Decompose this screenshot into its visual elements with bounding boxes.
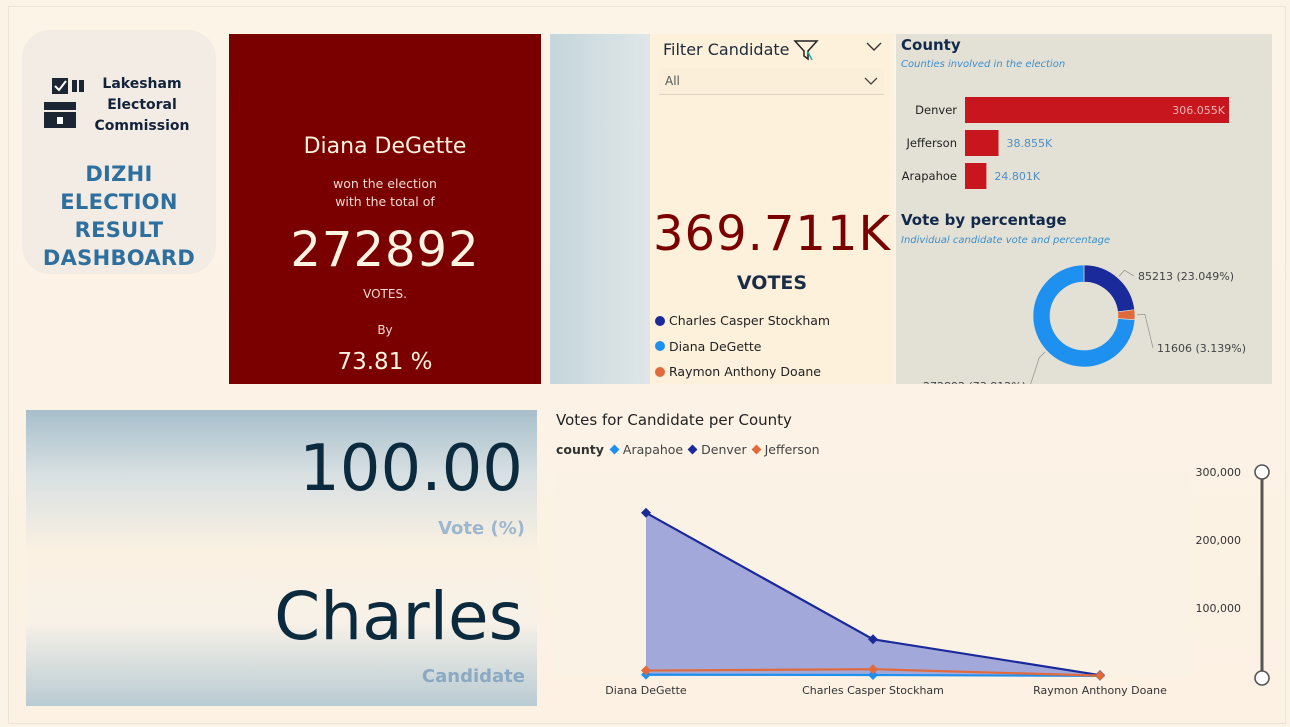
vote-donut-chart[interactable]: 85213 (23.049%) 11606 (3.139%) 272892 (73.…	[896, 254, 1272, 384]
title-line: ELECTION	[60, 190, 178, 214]
title-line: RESULT	[74, 218, 164, 242]
winner-subtitle: won the election with the total of	[229, 175, 541, 211]
donut-data-label: 272892 (73.812%)	[923, 380, 1026, 384]
legend-item[interactable]: Arapahoe	[609, 442, 684, 457]
donut-leader-line	[1118, 269, 1135, 277]
county-data-label: 306.055K	[1172, 104, 1225, 117]
range-slider-handle[interactable]	[1254, 670, 1270, 686]
legend-marker	[751, 444, 762, 455]
candidate-filter-dropdown[interactable]: All	[659, 68, 884, 95]
winner-vote-unit: VOTES.	[363, 287, 407, 301]
legend-dot	[655, 341, 665, 352]
county-data-label: 24.801K	[994, 170, 1040, 183]
legend-marker	[609, 444, 620, 455]
filter-panel: Filter Candidate All 369.711K VOTES Char…	[650, 34, 894, 384]
area-chart-legend: county Arapahoe Denver Jefferson	[556, 442, 826, 457]
county-data-label: 38.855K	[1007, 137, 1053, 150]
winner-subtitle-line: with the total of	[335, 194, 435, 209]
legend-label: Charles Casper Stockham	[669, 313, 831, 329]
candidate-label: Candidate	[421, 666, 525, 687]
donut-leader-line	[1136, 314, 1154, 349]
total-votes-unit: VOTES	[736, 272, 808, 294]
x-tick-label: Charles Casper Stockham	[802, 684, 944, 697]
votes-area-chart[interactable]: Diana DeGette Charles Casper Stockham Raym…	[550, 462, 1280, 712]
winner-subtitle-line: won the election	[333, 176, 437, 191]
county-panel: County Counties involved in the election…	[896, 34, 1272, 384]
chevron-down-icon	[864, 77, 878, 85]
legend-label: Diana DeGette	[669, 338, 762, 354]
legend-item[interactable]: Raymon Anthony Doane	[655, 359, 830, 385]
vote-percent-label: Vote (%)	[438, 518, 525, 539]
org-name-line: Commission	[94, 118, 190, 134]
candidate-value: Charles	[274, 578, 523, 655]
x-tick-label: Raymon Anthony Doane	[1033, 684, 1167, 697]
county-category-label: Jefferson	[905, 136, 957, 150]
org-name-line: Lakesham	[102, 76, 182, 92]
title-line: DASHBOARD	[42, 246, 196, 270]
legend-item[interactable]: Jefferson	[751, 442, 820, 457]
dashboard-title: DIZHI ELECTION RESULT DASHBOARD	[30, 160, 208, 272]
area-chart-title: Votes for Candidate per County	[556, 411, 792, 429]
title-line: DIZHI	[85, 162, 153, 186]
chevron-down-icon[interactable]	[866, 42, 882, 52]
county-category-label: Denver	[915, 103, 957, 117]
dropdown-value: All	[665, 74, 680, 88]
legend-dot	[655, 366, 665, 377]
decorative-strip	[550, 34, 650, 384]
county-bar-chart[interactable]: Denver 306.055K Jefferson 38.855K Arapahoe 24…	[896, 89, 1272, 199]
winner-card[interactable]: Diana DeGette won the election with the …	[229, 34, 541, 384]
county-bar[interactable]	[965, 163, 987, 189]
donut-data-label: 11606 (3.139%)	[1157, 342, 1246, 355]
legend-label: Jefferson	[764, 442, 820, 457]
candidate-legend: Charles Casper Stockham Diana DeGette Ra…	[655, 308, 830, 385]
y-tick-label: 100,000	[1196, 602, 1242, 615]
vote-percent-value: 100.00	[299, 432, 523, 506]
donut-leader-line	[1030, 351, 1046, 384]
x-tick-label: Diana DeGette	[605, 684, 687, 697]
total-votes-value: 369.711K	[653, 206, 891, 262]
percentage-chart-subtitle: Individual candidate vote and percentage	[901, 235, 1111, 246]
legend-dot	[655, 315, 665, 326]
legend-label: Raymon Anthony Doane	[669, 364, 821, 380]
legend-marker	[687, 444, 698, 455]
donut-slice[interactable]	[1117, 309, 1136, 321]
y-tick-label: 200,000	[1196, 534, 1242, 547]
ballot-box-icon	[44, 78, 84, 128]
funnel-icon[interactable]	[793, 38, 821, 62]
legend-item[interactable]: Denver	[687, 442, 747, 457]
legend-item[interactable]: Charles Casper Stockham	[655, 308, 830, 334]
range-slider-handle[interactable]	[1254, 464, 1270, 480]
legend-label: Arapahoe	[622, 442, 684, 457]
donut-data-label: 85213 (23.049%)	[1138, 270, 1234, 283]
winner-percentage: 73.81 %	[337, 349, 433, 375]
percentage-chart-title: Vote by percentage	[901, 211, 1067, 229]
winner-vote-count: 272892	[290, 222, 480, 278]
county-chart-title: County	[901, 36, 961, 54]
winner-name: Diana DeGette	[303, 134, 467, 159]
county-bar[interactable]	[965, 130, 999, 156]
org-name-line: Electoral	[107, 97, 177, 113]
organization-name: Lakesham Electoral Commission	[92, 74, 192, 137]
legend-title: county	[556, 442, 604, 457]
legend-label: Denver	[701, 442, 747, 457]
filter-title: Filter Candidate	[663, 40, 790, 59]
legend-item[interactable]: Diana DeGette	[655, 334, 830, 360]
county-chart-subtitle: Counties involved in the election	[901, 59, 1066, 70]
winner-by-label: By	[377, 323, 393, 337]
y-tick-label: 300,000	[1196, 466, 1242, 479]
metric-card[interactable]: 100.00 Vote (%) Charles Candidate	[26, 410, 537, 706]
county-category-label: Arapahoe	[902, 169, 957, 183]
